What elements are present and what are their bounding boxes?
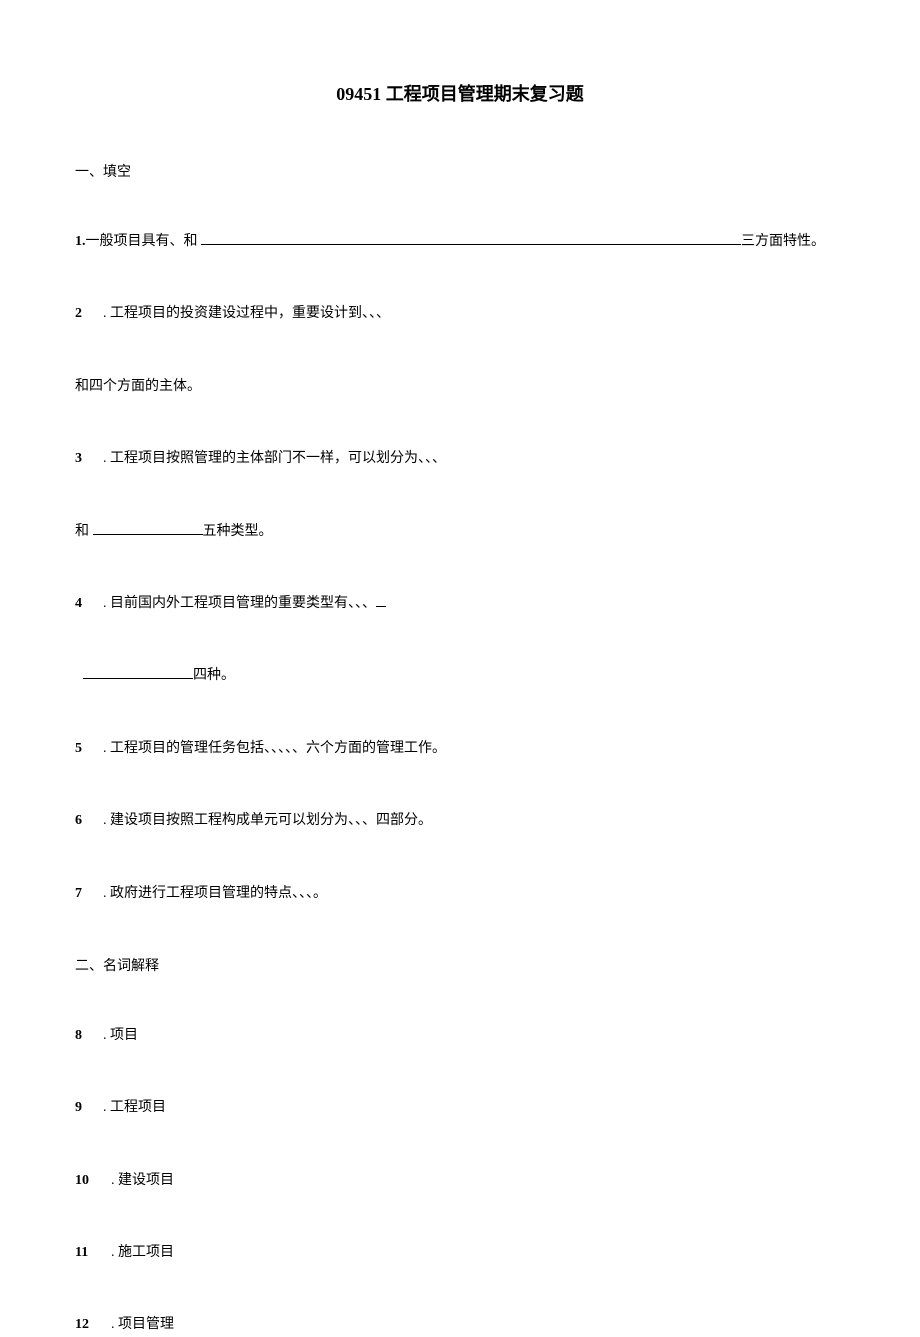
question-10: 10 . 建设项目 (75, 1170, 845, 1192)
q12-text: . 项目管理 (111, 1314, 174, 1336)
q5-text: . 工程项目的管理任务包括、、、、、六个方面的管理工作。 (103, 738, 446, 760)
question-12: 12 . 项目管理 (75, 1314, 845, 1336)
page-title: 09451 工程项目管理期末复习题 (75, 80, 845, 106)
q12-num: 12 (75, 1314, 101, 1336)
question-4-sub: 四种。 (83, 665, 845, 687)
q7-text: . 政府进行工程项目管理的特点、、、。 (103, 883, 327, 905)
q2-text: . 工程项目的投资建设过程中，重要设计到、、、 (103, 303, 390, 325)
blank-line (93, 521, 203, 535)
q1-num: 1. (75, 234, 86, 249)
q6-text: . 建设项目按照工程构成单元可以划分为、、、四部分。 (103, 810, 432, 832)
blank-line (83, 665, 193, 679)
blank-line (201, 231, 741, 245)
question-11: 11 . 施工项目 (75, 1242, 845, 1264)
q4-num: 4 (75, 593, 93, 615)
q3-sub-a: 和 (75, 524, 93, 539)
q7-num: 7 (75, 883, 93, 905)
q3-text: . 工程项目按照管理的主体部门不一样，可以划分为、、、 (103, 448, 446, 470)
q4-sub-b: 四种。 (193, 668, 235, 683)
question-1: 1.一般项目具有、和 三方面特性。 (75, 231, 845, 253)
q3-num: 3 (75, 448, 93, 470)
q9-text: . 工程项目 (103, 1097, 166, 1119)
section-2-heading: 二、名词解释 (75, 955, 845, 975)
q3-sub-b: 五种类型。 (203, 524, 273, 539)
q8-num: 8 (75, 1025, 93, 1047)
q11-text: . 施工项目 (111, 1242, 174, 1264)
q10-text: . 建设项目 (111, 1170, 174, 1192)
q8-text: . 项目 (103, 1025, 138, 1047)
blank-line (376, 593, 386, 607)
q9-num: 9 (75, 1097, 93, 1119)
section-1-heading: 一、填空 (75, 161, 845, 181)
question-5: 5 . 工程项目的管理任务包括、、、、、六个方面的管理工作。 (75, 738, 845, 760)
q11-num: 11 (75, 1242, 101, 1264)
q10-num: 10 (75, 1170, 101, 1192)
q2-num: 2 (75, 303, 93, 325)
question-6: 6 . 建设项目按照工程构成单元可以划分为、、、四部分。 (75, 810, 845, 832)
question-8: 8 . 项目 (75, 1025, 845, 1047)
question-3-sub: 和 五种类型。 (75, 521, 845, 543)
question-2: 2 . 工程项目的投资建设过程中，重要设计到、、、 (75, 303, 845, 325)
question-3: 3 . 工程项目按照管理的主体部门不一样，可以划分为、、、 (75, 448, 845, 470)
question-4: 4 . 目前国内外工程项目管理的重要类型有、、、 (75, 593, 845, 615)
question-9: 9 . 工程项目 (75, 1097, 845, 1119)
q5-num: 5 (75, 738, 93, 760)
question-7: 7 . 政府进行工程项目管理的特点、、、。 (75, 883, 845, 905)
question-2-sub: 和四个方面的主体。 (75, 376, 845, 398)
q6-num: 6 (75, 810, 93, 832)
q4-text: . 目前国内外工程项目管理的重要类型有、、、 (103, 593, 376, 615)
q1-text-b: 三方面特性。 (741, 234, 825, 249)
q1-text-a: 一般项目具有、和 (86, 234, 202, 249)
